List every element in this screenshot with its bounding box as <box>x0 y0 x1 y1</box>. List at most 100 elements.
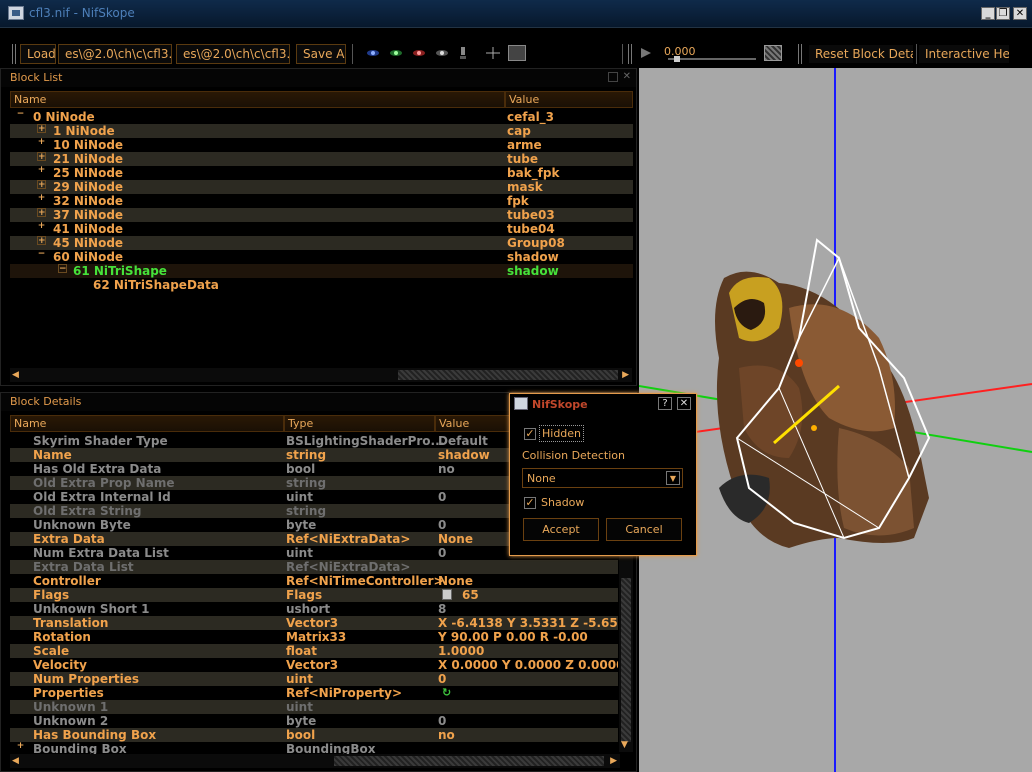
details-name-header[interactable]: Name <box>10 415 284 432</box>
expand-icon[interactable]: + <box>37 236 46 246</box>
detail-value[interactable]: 65 <box>462 588 479 602</box>
minimize-button[interactable]: _ <box>981 7 995 20</box>
detail-value[interactable]: 0 <box>438 714 446 728</box>
axes-icon[interactable] <box>485 46 500 60</box>
detail-value[interactable]: X -6.4138 Y 3.5331 Z -5.658 <box>438 616 618 630</box>
collapse-icon[interactable]: − <box>16 110 25 119</box>
expand-icon[interactable]: + <box>37 138 46 147</box>
block-list-row[interactable]: +45 NiNode Group08 <box>10 236 633 250</box>
interactive-help-button[interactable]: Interactive Help <box>918 44 1010 64</box>
detail-value[interactable]: 0 <box>438 490 446 504</box>
accept-button[interactable]: Accept <box>523 518 599 541</box>
expand-icon[interactable]: + <box>37 194 46 203</box>
help-icon[interactable]: ? <box>658 397 672 410</box>
shadow-checkbox[interactable]: ✓ <box>524 497 536 509</box>
loop-icon[interactable] <box>764 45 782 61</box>
block-list-row[interactable]: +1 NiNode cap <box>10 124 633 138</box>
load-path-field[interactable]: es\@2.0\ch\c\cfl3.nif <box>58 44 172 64</box>
shadow-label[interactable]: Shadow <box>541 496 584 509</box>
block-list-row[interactable]: −61 NiTriShape shadow <box>10 264 633 278</box>
detail-row[interactable]: Properties Ref<NiProperty> ↻ <box>10 686 618 700</box>
expand-icon[interactable]: + <box>37 208 46 218</box>
detail-value[interactable]: 0 <box>438 518 446 532</box>
reset-block-details-button[interactable]: Reset Block Details <box>808 44 914 64</box>
hidden-checkbox[interactable]: ✓ <box>524 428 536 440</box>
detail-row[interactable]: Num Properties uint 0 <box>10 672 618 686</box>
detail-value[interactable]: shadow <box>438 448 490 462</box>
details-type-header[interactable]: Type <box>284 415 435 432</box>
scroll-right-icon[interactable]: ▶ <box>622 368 629 382</box>
eye-green-icon[interactable] <box>389 49 403 57</box>
block-list-hscrollbar[interactable]: ◀ ▶ <box>10 368 632 382</box>
detail-value[interactable]: 1.0000 <box>438 644 484 658</box>
float-panel-icon[interactable] <box>608 72 618 82</box>
block-list-row[interactable]: +25 NiNode bak_fpk <box>10 166 633 181</box>
link-icon[interactable]: ↻ <box>442 687 454 698</box>
hidden-label[interactable]: Hidden <box>539 425 585 442</box>
wireframe-toggle-icon[interactable] <box>508 45 526 61</box>
detail-value[interactable]: Y 90.00 P 0.00 R -0.00 <box>438 630 588 644</box>
scroll-thumb[interactable] <box>334 756 604 766</box>
detail-row[interactable]: Flags Flags 65 <box>10 588 618 602</box>
expand-icon[interactable]: + <box>37 152 46 162</box>
scroll-left-icon[interactable]: ◀ <box>12 368 19 382</box>
save-as-button[interactable]: Save As <box>296 44 346 64</box>
detail-value[interactable]: 0 <box>438 546 446 560</box>
detail-row[interactable]: Has Bounding Box bool no <box>10 728 618 742</box>
play-icon[interactable] <box>640 47 652 59</box>
detail-row[interactable]: Scale float 1.0000 <box>10 644 618 658</box>
save-path-field[interactable]: es\@2.0\ch\c\cfl3.nif <box>176 44 290 64</box>
toolbar-grip[interactable] <box>628 44 632 64</box>
eye-blue-icon[interactable] <box>366 49 380 57</box>
detail-row[interactable]: Unknown Short 1 ushort 8 <box>10 602 618 616</box>
detail-value[interactable]: no <box>438 462 455 476</box>
detail-value[interactable]: None <box>438 532 473 546</box>
collapse-icon[interactable]: − <box>58 264 67 274</box>
close-dialog-icon[interactable]: ✕ <box>677 397 691 410</box>
detail-row[interactable]: Extra Data List Ref<NiExtraData> <box>10 560 618 574</box>
detail-row[interactable]: Controller Ref<NiTimeController> None <box>10 574 618 588</box>
detail-value[interactable]: X 0.0000 Y 0.0000 Z 0.0000 <box>438 658 618 672</box>
block-list-row[interactable]: +37 NiNode tube03 <box>10 208 633 222</box>
expand-icon[interactable]: + <box>16 742 25 751</box>
block-list-name-header[interactable]: Name <box>10 91 505 108</box>
block-list-value-header[interactable]: Value <box>505 91 633 108</box>
close-panel-icon[interactable]: ✕ <box>623 71 631 82</box>
collapse-icon[interactable]: − <box>37 250 46 259</box>
block-list-row[interactable]: 62 NiTriShapeData <box>10 278 633 292</box>
expand-icon[interactable]: + <box>37 166 46 175</box>
collapse-icon[interactable] <box>79 278 88 287</box>
scroll-down-icon[interactable]: ▼ <box>621 738 628 752</box>
detail-value[interactable]: 0 <box>438 672 446 686</box>
block-list-row[interactable]: −0 NiNode cefal_3 <box>10 110 633 125</box>
block-list-row[interactable]: +10 NiNode arme <box>10 138 633 153</box>
time-slider-handle[interactable] <box>674 56 680 62</box>
close-window-button[interactable]: ✕ <box>1013 7 1027 20</box>
detail-row[interactable]: Translation Vector3 X -6.4138 Y 3.5331 Z -… <box>10 616 618 630</box>
light-icon[interactable] <box>458 46 472 60</box>
detail-row[interactable]: Rotation Matrix33 Y 90.00 P 0.00 R -0.00 <box>10 630 618 644</box>
toolbar-grip[interactable] <box>798 44 802 64</box>
eye-red-icon[interactable] <box>412 49 426 57</box>
detail-value[interactable]: 8 <box>438 602 446 616</box>
detail-row[interactable]: Velocity Vector3 X 0.0000 Y 0.0000 Z 0.000… <box>10 658 618 672</box>
detail-row[interactable]: Unknown 2 byte 0 <box>10 714 618 728</box>
eye-gray-icon[interactable] <box>435 49 449 57</box>
block-list-row[interactable]: +41 NiNode tube04 <box>10 222 633 237</box>
expand-icon[interactable]: + <box>37 222 46 231</box>
block-list-row[interactable]: +21 NiNode tube <box>10 152 633 166</box>
load-button[interactable]: Load <box>20 44 56 64</box>
scroll-right-icon[interactable]: ▶ <box>610 754 617 768</box>
expand-icon[interactable]: + <box>37 180 46 190</box>
scroll-thumb[interactable] <box>398 370 618 380</box>
cancel-button[interactable]: Cancel <box>606 518 682 541</box>
expand-icon[interactable]: + <box>37 124 46 134</box>
render-viewport[interactable] <box>639 68 1032 772</box>
scroll-thumb[interactable] <box>621 578 631 742</box>
block-list-row[interactable]: +29 NiNode mask <box>10 180 633 194</box>
scroll-left-icon[interactable]: ◀ <box>12 754 19 768</box>
flag-icon[interactable] <box>442 589 452 600</box>
details-hscrollbar[interactable]: ◀ ▶ <box>10 754 620 768</box>
collision-select[interactable]: None ▼ <box>522 468 683 488</box>
detail-value[interactable]: Default <box>438 434 488 448</box>
